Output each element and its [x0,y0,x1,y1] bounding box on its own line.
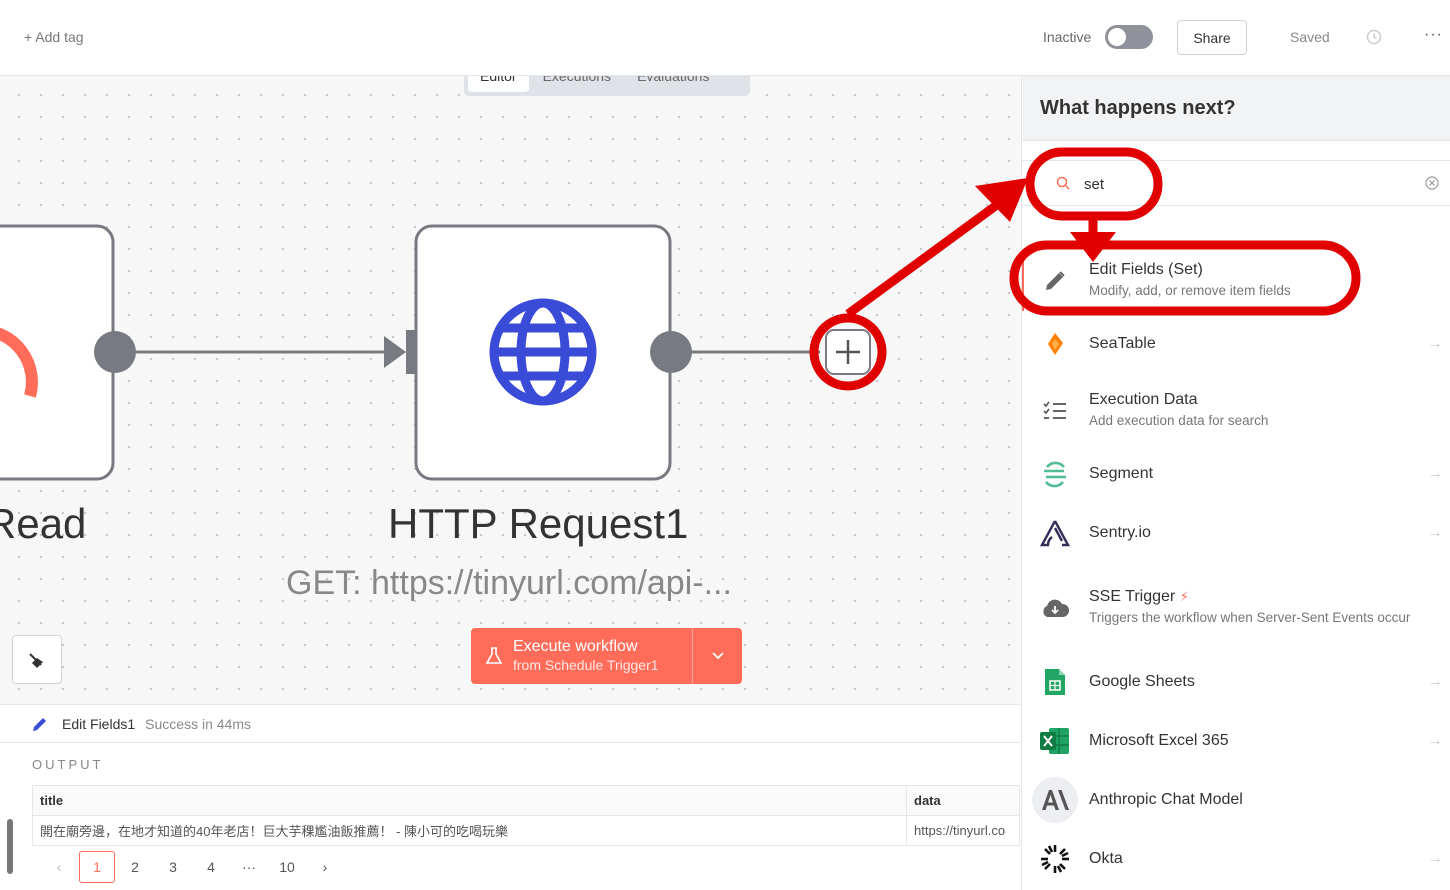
page-button[interactable]: 3 [154,851,192,883]
node-item-name: Google Sheets [1089,673,1195,690]
http-node-label: HTTP Request1 [388,500,689,547]
google-sheets-icon [1038,665,1072,699]
search-icon [1056,176,1070,190]
execute-main[interactable]: Execute workflow from Schedule Trigger1 [471,628,693,684]
workflow-canvas[interactable]: Editor Executions Evaluations Read HTTP … [0,76,1020,704]
node-creator-panel: What happens next? Edit Fields (Set) Mod… [1021,76,1450,890]
sentry-icon [1038,516,1072,550]
okta-icon [1038,842,1072,876]
node-item-desc: Add execution data for search [1089,413,1269,429]
http-output-handle [650,331,692,373]
node-item-execution-data[interactable]: Execution Data Add execution data for se… [1022,381,1450,441]
search-input[interactable] [1084,171,1404,197]
node-item-anthropic[interactable]: Anthropic Chat Model [1022,777,1450,823]
view-tabs: Editor Executions Evaluations [464,76,750,96]
share-button[interactable]: Share [1177,20,1247,55]
tidy-up-button[interactable] [12,635,62,684]
clear-search-icon[interactable] [1425,176,1439,190]
arrow-head-icon [384,336,406,368]
column-header: data [906,785,1020,816]
column-header: title [31,785,908,816]
seatable-icon [1038,327,1072,361]
excel-icon [1038,724,1072,758]
node-item-name: Edit Fields (Set) [1089,261,1203,279]
node-item-name: SeaTable [1089,335,1156,352]
execute-workflow-button[interactable]: Execute workflow from Schedule Trigger1 [471,628,742,684]
output-section-label: OUTPUT [32,757,104,772]
prev-page-icon[interactable]: ‹ [40,851,78,883]
history-icon[interactable] [1365,28,1383,46]
arrow-right-icon: → [1427,732,1443,749]
flask-icon [485,647,503,664]
workflow-status-label: Inactive [1043,29,1092,45]
node-item-sse-trigger[interactable]: SSE Trigger ⚡ Triggers the workflow when… [1022,575,1450,641]
pencil-icon [33,717,46,731]
toggle-knob [1108,28,1126,46]
node-item-excel[interactable]: Microsoft Excel 365 → [1022,719,1450,763]
node-item-okta[interactable]: Okta → [1022,837,1450,881]
arrow-right-icon: → [1427,524,1443,541]
table-cell: 開在廟旁邊，在地才知道的40年老店！巨大芋稞尷油飯推薦！ - 陳小可的吃喝玩樂 [31,815,908,846]
output-panel: Edit Fields1 Success in 44ms OUTPUT titl… [0,704,1020,890]
next-page-icon[interactable]: › [306,851,344,883]
broom-icon [29,652,43,668]
tab-editor[interactable]: Editor [468,76,529,92]
chevron-down-icon [711,652,724,660]
node-item-segment[interactable]: Segment → [1022,452,1450,496]
trigger-bolt-icon: ⚡ [1179,589,1189,605]
node-item-name: Sentry.io [1089,524,1151,541]
tab-executions[interactable]: Executions [531,76,623,92]
top-bar: + Add tag Inactive Share Saved ··· [0,0,1450,76]
page-button[interactable]: 2 [116,851,154,883]
page-ellipsis[interactable]: ··· [230,851,268,883]
canvas-graph [0,224,871,481]
active-toggle[interactable] [1105,25,1153,49]
more-options-icon[interactable]: ··· [1424,26,1443,44]
execution-data-icon [1038,394,1072,428]
output-node-name: Edit Fields1 [62,715,136,732]
arrow-right-icon: → [1427,335,1443,352]
arrow-right-icon: → [1427,850,1443,867]
output-handle [94,331,136,373]
output-status: Success in 44ms [145,715,251,732]
add-tag-link[interactable]: + Add tag [24,29,84,45]
node-item-name: Okta [1089,850,1123,867]
node-item-seatable[interactable]: SeaTable → [1022,322,1450,366]
table-row: 開在廟旁邊，在地才知道的40年老店！巨大芋稞尷油飯推薦！ - 陳小可的吃喝玩樂 … [31,815,1020,846]
node-item-name: Segment [1089,465,1154,482]
node-item-desc: Modify, add, or remove item fields [1089,283,1291,299]
page-button[interactable]: 10 [268,851,306,883]
segment-icon [1038,457,1072,491]
cloud-download-icon [1038,591,1072,625]
node-item-name: SSE Trigger [1089,588,1176,606]
http-node-subtitle: GET: https://tinyurl.com/api-... [286,564,732,602]
output-header: Edit Fields1 Success in 44ms [0,705,1020,743]
node-item-name: Microsoft Excel 365 [1089,732,1229,749]
execute-subtitle: from Schedule Trigger1 [513,657,659,674]
read-node-label: Read [0,500,87,547]
pencil-icon [1038,264,1072,298]
arrow-right-icon: → [1427,465,1443,482]
node-item-edit-fields[interactable]: Edit Fields (Set) Modify, add, or remove… [1022,251,1450,311]
panel-title: What happens next? [1022,76,1450,141]
node-item-google-sheets[interactable]: Google Sheets → [1022,660,1450,704]
node-item-name: Anthropic Chat Model [1089,791,1243,808]
arrow-right-icon: → [1427,673,1443,690]
table-cell: https://tinyurl.co [906,815,1020,846]
page-button[interactable]: 4 [192,851,230,883]
scrollbar-thumb[interactable] [7,819,13,874]
tab-evaluations[interactable]: Evaluations [625,76,721,92]
page-button[interactable]: 1 [79,851,115,883]
execute-dropdown[interactable] [693,628,742,684]
anthropic-icon [1032,777,1078,823]
pagination: ‹ 1 2 3 4 ··· 10 › [40,851,344,883]
node-item-name: Execution Data [1089,391,1198,409]
node-item-desc: Triggers the workflow when Server-Sent E… [1089,610,1411,626]
node-search [1022,160,1450,206]
output-table: title data 開在廟旁邊，在地才知道的40年老店！巨大芋稞尷油飯推薦！ … [31,785,1020,846]
saved-status: Saved [1290,29,1330,45]
node-item-sentry[interactable]: Sentry.io → [1022,511,1450,555]
execute-title: Execute workflow [513,638,638,656]
table-header-row: title data [31,785,1020,816]
